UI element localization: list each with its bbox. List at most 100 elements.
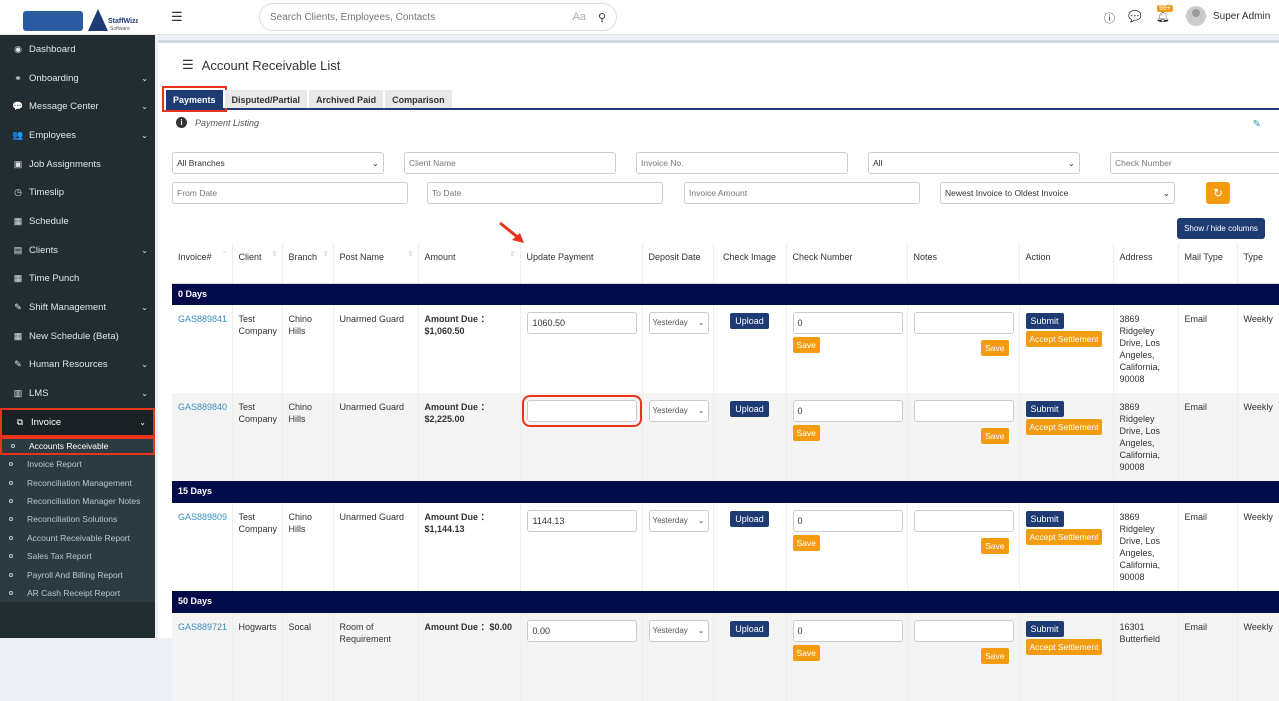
submit-button[interactable]: Submit	[1026, 401, 1064, 417]
svg-text:StaffWizard: StaffWizard	[108, 18, 138, 25]
column-header[interactable]: Branch⇕	[282, 243, 333, 283]
notes-input[interactable]	[914, 400, 1014, 422]
sort-icon[interactable]: ⇕	[408, 249, 414, 261]
invoice-link[interactable]: GAS889809	[178, 512, 227, 522]
check-number-input[interactable]: 0	[793, 400, 903, 422]
sidebar-item-employees[interactable]: 👥Employees⌄	[0, 121, 155, 150]
status-select[interactable]: All⌄	[868, 152, 1080, 174]
upload-button[interactable]: Upload	[730, 313, 769, 329]
client-name-input[interactable]: Client Name	[404, 152, 616, 174]
deposit-date-select[interactable]: Yesterday⌄	[649, 400, 709, 422]
sidebar-item-job-assignments[interactable]: ▣Job Assignments	[0, 150, 155, 179]
invoice-amount-input[interactable]: Invoice Amount	[684, 182, 920, 204]
sidebar-item-schedule[interactable]: ▦Schedule	[0, 207, 155, 236]
tab-comparison[interactable]: Comparison	[385, 90, 452, 108]
update-payment-input[interactable]: 1144.13	[527, 510, 637, 532]
save-check-button[interactable]: Save	[793, 425, 820, 441]
notes-input[interactable]	[914, 510, 1014, 532]
sort-icon[interactable]: ⇕	[510, 249, 516, 261]
show-hide-columns-button[interactable]: Show / hide columns	[1177, 218, 1265, 239]
help-icon[interactable]: ⓘ	[1104, 10, 1115, 26]
tab-disputed-partial[interactable]: Disputed/Partial	[225, 90, 308, 108]
submit-button[interactable]: Submit	[1026, 313, 1064, 329]
refresh-button[interactable]: ↻	[1206, 182, 1230, 204]
check-number-input[interactable]: 0	[793, 620, 903, 642]
user-name[interactable]: Super Admin	[1213, 11, 1270, 22]
accept-settlement-button[interactable]: Accept Settlement	[1026, 639, 1103, 655]
save-check-button[interactable]: Save	[793, 337, 820, 353]
tab-payments[interactable]: Payments	[166, 90, 223, 108]
update-payment-input[interactable]: 0.00	[527, 620, 637, 642]
save-notes-button[interactable]: Save	[981, 648, 1008, 664]
deposit-date-select[interactable]: Yesterday⌄	[649, 510, 709, 532]
font-size-toggle[interactable]: Aa	[572, 11, 585, 23]
accept-settlement-button[interactable]: Accept Settlement	[1026, 419, 1103, 435]
tab-archived-paid[interactable]: Archived Paid	[309, 90, 383, 108]
update-payment-input[interactable]	[527, 400, 637, 422]
accept-settlement-button[interactable]: Accept Settlement	[1026, 331, 1103, 347]
submenu-item-sales-tax-report[interactable]: Sales Tax Report	[0, 547, 155, 565]
submenu-item-ar-cash-receipt-report[interactable]: AR Cash Receipt Report	[0, 584, 155, 602]
column-header[interactable]: Post Name⇕	[333, 243, 418, 283]
invoice-link[interactable]: GAS889840	[178, 402, 227, 412]
chat-icon[interactable]: 💬	[1128, 10, 1142, 23]
submenu-item-payroll-and-billing-report[interactable]: Payroll And Billing Report	[0, 565, 155, 583]
sort-icon[interactable]: ⇕	[323, 249, 329, 261]
invoice-no-input[interactable]: Invoice No.	[636, 152, 848, 174]
save-check-button[interactable]: Save	[793, 645, 820, 661]
check-number-input[interactable]: 0	[793, 510, 903, 532]
submenu-item-reconciliation-manager-notes[interactable]: Reconciliation Manager Notes	[0, 492, 155, 510]
submenu-item-invoice-report[interactable]: Invoice Report	[0, 455, 155, 473]
submit-button[interactable]: Submit	[1026, 621, 1064, 637]
sidebar-item-human-resources[interactable]: ✎Human Resources⌄	[0, 351, 155, 380]
sort-icon[interactable]: ⌃	[222, 249, 228, 261]
deposit-date-select[interactable]: Yesterday⌄	[649, 312, 709, 334]
sidebar-item-invoice[interactable]: ⧉Invoice⌄	[0, 408, 155, 437]
update-payment-input[interactable]: 1060.50	[527, 312, 637, 334]
invoice-link[interactable]: GAS889841	[178, 314, 227, 324]
save-notes-button[interactable]: Save	[981, 428, 1008, 444]
column-header[interactable]: Client⇕	[232, 243, 282, 283]
notes-input[interactable]	[914, 620, 1014, 642]
avatar[interactable]	[1186, 6, 1206, 26]
menu-toggle-icon[interactable]: ☰	[171, 9, 183, 25]
submenu-item-account-receivable-report[interactable]: Account Receivable Report	[0, 529, 155, 547]
deposit-date-select[interactable]: Yesterday⌄	[649, 620, 709, 642]
sidebar-item-message-center[interactable]: 💬Message Center⌄	[0, 92, 155, 121]
submenu-item-reconciliation-management[interactable]: Reconciliation Management	[0, 473, 155, 491]
sidebar-item-onboarding[interactable]: ⚭Onboarding⌄	[0, 64, 155, 93]
notes-input[interactable]	[914, 312, 1014, 334]
accept-settlement-button[interactable]: Accept Settlement	[1026, 529, 1103, 545]
check-number-input[interactable]: 0	[793, 312, 903, 334]
save-notes-button[interactable]: Save	[981, 538, 1008, 554]
sidebar-item-clients[interactable]: ▤Clients⌄	[0, 236, 155, 265]
upload-button[interactable]: Upload	[730, 511, 769, 527]
upload-button[interactable]: Upload	[730, 621, 769, 637]
check-number-input[interactable]: Check Number	[1110, 152, 1279, 174]
sidebar-item-label: Shift Management	[29, 302, 106, 313]
submenu-item-accounts-receivable[interactable]: Accounts Receivable	[0, 437, 155, 455]
logo[interactable]: StaffWizardSoftware	[0, 0, 155, 35]
sidebar-item-time-punch[interactable]: ▦Time Punch	[0, 265, 155, 294]
search-icon[interactable]: ⚲	[598, 11, 606, 24]
invoice-link[interactable]: GAS889721	[178, 622, 227, 632]
edit-icon[interactable]: ✎	[1253, 119, 1261, 130]
save-check-button[interactable]: Save	[793, 535, 820, 551]
search-input[interactable]	[270, 12, 572, 23]
submit-button[interactable]: Submit	[1026, 511, 1064, 527]
branch-select[interactable]: All Branches⌄	[172, 152, 384, 174]
sidebar-item-shift-management[interactable]: ✎Shift Management⌄	[0, 293, 155, 322]
from-date-input[interactable]: From Date	[172, 182, 408, 204]
column-header[interactable]: Invoice#⌃	[172, 243, 232, 283]
save-notes-button[interactable]: Save	[981, 340, 1008, 356]
sidebar-item-timeslip[interactable]: ◷Timeslip	[0, 178, 155, 207]
sort-icon[interactable]: ⇕	[272, 249, 278, 261]
column-header[interactable]: Amount⇕	[418, 243, 520, 283]
sidebar-item-lms[interactable]: ▥LMS⌄	[0, 379, 155, 408]
sidebar-item-dashboard[interactable]: ◉Dashboard	[0, 35, 155, 64]
submenu-item-reconciliation-solutions[interactable]: Reconciliation Solutions	[0, 510, 155, 528]
sort-select[interactable]: Newest Invoice to Oldest Invoice⌄	[940, 182, 1175, 204]
upload-button[interactable]: Upload	[730, 401, 769, 417]
sidebar-item-new-schedule-beta-[interactable]: ▦New Schedule (Beta)	[0, 322, 155, 351]
to-date-input[interactable]: To Date	[427, 182, 663, 204]
